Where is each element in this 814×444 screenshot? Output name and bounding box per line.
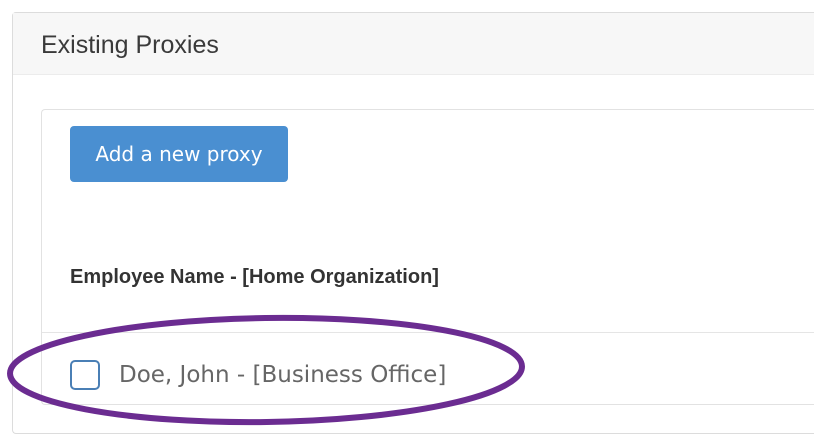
list-item[interactable]: Doe, John - [Business Office]: [70, 358, 446, 392]
add-new-proxy-button[interactable]: Add a new proxy: [70, 126, 288, 182]
panel-heading: Existing Proxies: [13, 13, 814, 75]
proxy-label: Doe, John - [Business Office]: [119, 362, 447, 388]
proxy-checkbox[interactable]: [70, 360, 100, 390]
list-header: Employee Name - [Home Organization]: [70, 266, 439, 288]
panel-title: Existing Proxies: [41, 31, 219, 59]
row-divider: [42, 332, 814, 333]
proxy-list-panel: Add a new proxy Employee Name - [Home Or…: [41, 109, 814, 405]
existing-proxies-panel: Existing Proxies Add a new proxy Employe…: [12, 12, 814, 434]
